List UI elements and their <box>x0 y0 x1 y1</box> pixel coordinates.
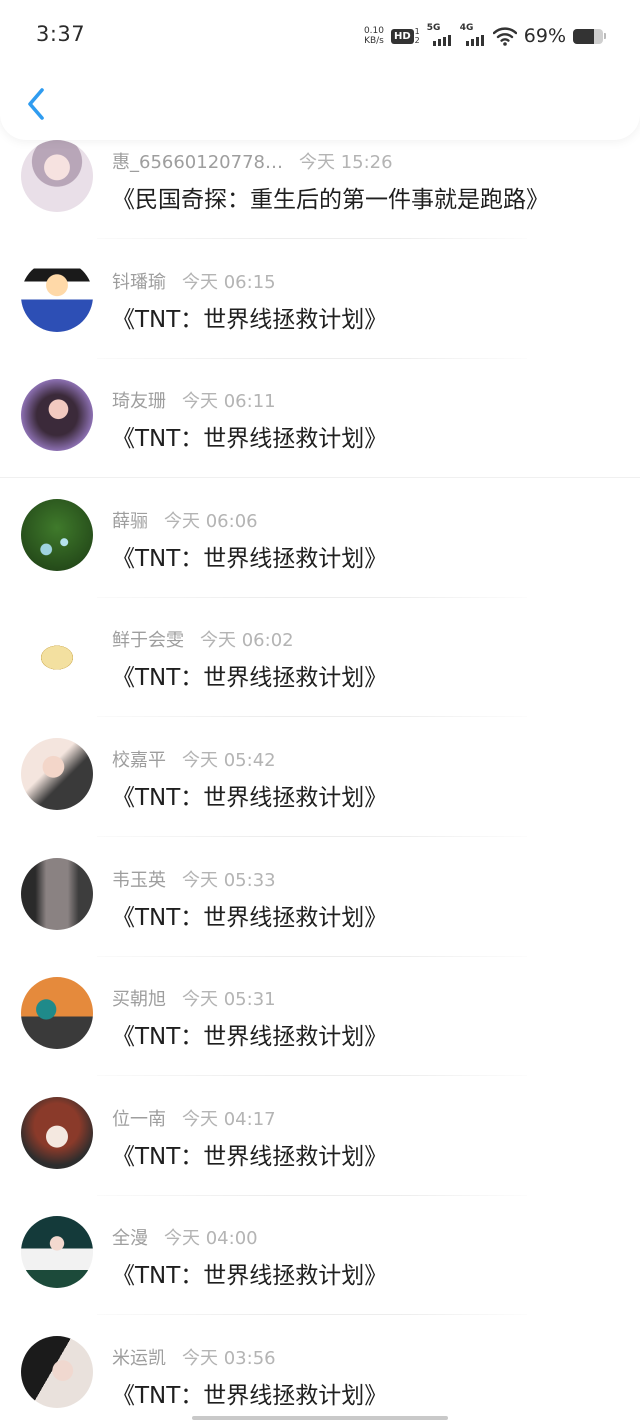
item-time: 今天 04:00 <box>164 1228 258 1250</box>
wifi-icon <box>492 27 517 46</box>
book-title[interactable]: 《民国奇探：重生后的第一件事就是跑路》 <box>112 180 549 214</box>
list-item-6[interactable]: 校嘉平 今天 05:42 《TNT：世界线拯救计划》 <box>0 718 640 838</box>
header: 3:37 0.10 KB/s HD 1 2 5G 4G 69% <box>0 0 640 140</box>
item-meta: 校嘉平 今天 05:42 <box>112 746 276 772</box>
hd-label: HD <box>391 28 414 44</box>
avatar[interactable] <box>21 140 93 212</box>
avatar[interactable] <box>21 857 93 930</box>
list-item-11[interactable]: 米运凯 今天 03:56 《TNT：世界线拯救计划》 <box>0 1316 640 1423</box>
item-time: 今天 06:02 <box>200 630 294 652</box>
item-meta: 米运凯 今天 03:56 <box>112 1344 276 1370</box>
item-time: 今天 04:17 <box>182 1108 276 1130</box>
list-item-3[interactable]: 琦友珊 今天 06:11 《TNT：世界线拯救计划》 <box>0 359 640 479</box>
user-name[interactable]: 琦友珊 <box>112 387 166 413</box>
user-name[interactable]: 位一南 <box>112 1105 166 1131</box>
book-title[interactable]: 《TNT：世界线拯救计划》 <box>112 658 387 692</box>
item-meta: 位一南 今天 04:17 <box>112 1105 276 1131</box>
signal-4g-icon: 4G <box>459 23 486 48</box>
list-item-10[interactable]: 全漫 今天 04:00 《TNT：世界线拯救计划》 <box>0 1196 640 1316</box>
battery-icon <box>573 28 603 44</box>
item-time: 今天 05:33 <box>182 869 276 891</box>
user-name[interactable]: 鲜于会雯 <box>112 626 184 652</box>
avatar[interactable] <box>21 1096 93 1169</box>
avatar[interactable] <box>21 259 93 332</box>
list-item-5[interactable]: 鲜于会雯 今天 06:02 《TNT：世界线拯救计划》 <box>0 598 640 718</box>
list-item-2[interactable]: 钭璠瑜 今天 06:15 《TNT：世界线拯救计划》 <box>0 240 640 360</box>
signal-5g-bars <box>432 35 451 46</box>
item-meta: 钭璠瑜 今天 06:15 <box>112 268 276 294</box>
user-name[interactable]: 惠_65660120778… <box>112 148 283 174</box>
avatar[interactable] <box>21 618 93 691</box>
item-meta: 韦玉英 今天 05:33 <box>112 866 276 892</box>
back-button[interactable] <box>18 82 54 126</box>
network-speed: 0.10 KB/s <box>364 26 384 46</box>
network-speed-unit: KB/s <box>364 36 384 46</box>
item-meta: 全漫 今天 04:00 <box>112 1224 258 1250</box>
item-time: 今天 15:26 <box>298 152 393 173</box>
item-meta: 买朝旭 今天 05:31 <box>112 985 276 1011</box>
book-title[interactable]: 《TNT：世界线拯救计划》 <box>112 1017 387 1051</box>
book-title[interactable]: 《TNT：世界线拯救计划》 <box>112 778 387 812</box>
list-item-9[interactable]: 位一南 今天 04:17 《TNT：世界线拯救计划》 <box>0 1077 640 1197</box>
list-item-4[interactable]: 薛骊 今天 06:06 《TNT：世界线拯救计划》 <box>0 479 640 599</box>
item-time: 今天 06:11 <box>182 391 276 413</box>
item-time: 今天 05:42 <box>182 749 276 771</box>
status-icons: 0.10 KB/s HD 1 2 5G 4G 69% <box>364 22 606 50</box>
hd-sub-top: 1 <box>414 27 420 36</box>
status-time: 3:37 <box>36 22 86 46</box>
user-name[interactable]: 钭璠瑜 <box>112 268 166 294</box>
signal-4g-label: 4G <box>459 23 474 33</box>
avatar[interactable] <box>21 379 93 452</box>
book-title[interactable]: 《TNT：世界线拯救计划》 <box>112 300 387 334</box>
list-item-8[interactable]: 买朝旭 今天 05:31 《TNT：世界线拯救计划》 <box>0 957 640 1077</box>
list-item-7[interactable]: 韦玉英 今天 05:33 《TNT：世界线拯救计划》 <box>0 838 640 958</box>
book-title[interactable]: 《TNT：世界线拯救计划》 <box>112 539 387 573</box>
avatar[interactable] <box>21 1335 93 1408</box>
item-meta: 薛骊 今天 06:06 <box>112 507 258 533</box>
user-name[interactable]: 全漫 <box>112 1224 148 1250</box>
item-meta: 琦友珊 今天 06:11 <box>112 387 276 413</box>
user-name[interactable]: 薛骊 <box>112 507 148 533</box>
hd-sub-labels: 1 2 <box>415 27 420 45</box>
user-name[interactable]: 买朝旭 <box>112 985 166 1011</box>
comment-list: 惠_65660120778… 今天 15:26 《民国奇探：重生后的第一件事就是跑… <box>0 120 640 1423</box>
hd-sub-bottom: 2 <box>414 36 420 45</box>
chevron-left-icon <box>28 88 44 120</box>
book-title[interactable]: 《TNT：世界线拯救计划》 <box>112 898 387 932</box>
battery-tip <box>604 33 606 39</box>
user-name[interactable]: 米运凯 <box>112 1344 166 1370</box>
hd-voice-icon: HD 1 2 <box>391 27 420 45</box>
avatar[interactable] <box>21 498 93 571</box>
book-title[interactable]: 《TNT：世界线拯救计划》 <box>112 419 387 453</box>
home-indicator[interactable] <box>192 1416 448 1420</box>
book-title[interactable]: 《TNT：世界线拯救计划》 <box>112 1256 387 1290</box>
item-time: 今天 06:15 <box>182 271 276 293</box>
signal-4g-bars <box>465 35 484 46</box>
comment-list-screen: 3:37 0.10 KB/s HD 1 2 5G 4G 69% 惠_656601… <box>0 0 640 1423</box>
book-title[interactable]: 《TNT：世界线拯救计划》 <box>112 1137 387 1171</box>
item-time: 今天 03:56 <box>182 1347 276 1369</box>
battery-percent: 69% <box>523 25 566 47</box>
signal-5g-label: 5G <box>426 23 441 33</box>
item-meta: 鲜于会雯 今天 06:02 <box>112 626 294 652</box>
item-meta: 惠_65660120778… 今天 15:26 <box>112 148 393 174</box>
network-speed-value: 0.10 <box>363 26 384 36</box>
avatar[interactable] <box>21 1216 93 1289</box>
user-name[interactable]: 韦玉英 <box>112 866 166 892</box>
item-time: 今天 06:06 <box>164 510 258 532</box>
signal-5g-icon: 5G <box>426 23 453 48</box>
book-title[interactable]: 《TNT：世界线拯救计划》 <box>112 1376 387 1410</box>
item-time: 今天 05:31 <box>182 989 276 1011</box>
battery-fill <box>573 28 594 44</box>
user-name[interactable]: 校嘉平 <box>112 746 166 772</box>
avatar[interactable] <box>21 737 93 810</box>
avatar[interactable] <box>21 977 93 1050</box>
